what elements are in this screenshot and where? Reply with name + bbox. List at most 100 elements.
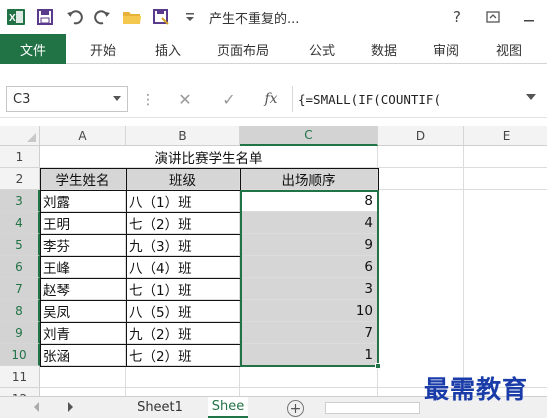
row-header-9[interactable]: 9 (0, 322, 40, 344)
cancel-icon[interactable]: ✕ (174, 88, 196, 110)
cell-name[interactable]: 刘露 (40, 190, 126, 212)
column-header-a[interactable]: A (40, 126, 126, 146)
cell-e1[interactable] (464, 146, 547, 168)
formula-bar-grip-icon[interactable]: ⋮ (141, 92, 155, 108)
column-header-d[interactable]: D (378, 126, 464, 146)
cell-e2[interactable] (464, 168, 547, 190)
row-header-11[interactable]: 11 (0, 366, 40, 388)
sheet-tab-active[interactable]: Shee (208, 397, 248, 418)
cell-d1[interactable] (378, 146, 464, 168)
cell-a12[interactable] (40, 388, 126, 396)
svg-text:X: X (9, 13, 16, 24)
empty-cells-d[interactable] (378, 190, 464, 388)
formula-bar: C3 ⋮ ✕ ✓ fx {=SMALL(IF(COUNTIF( (0, 80, 547, 118)
sheet-title-cell[interactable]: 演讲比赛学生名单 (40, 146, 378, 168)
cell-c11[interactable] (240, 366, 378, 388)
cell-order[interactable]: 6 (240, 256, 378, 278)
row-header-8[interactable]: 8 (0, 300, 40, 322)
horizontal-scrollbar[interactable] (325, 402, 420, 414)
cell-class[interactable]: 八（4）班 (126, 256, 240, 278)
fill-handle[interactable] (375, 363, 381, 369)
cell-class[interactable]: 八（5）班 (126, 300, 240, 322)
title-bar: X 产生不重复的... ? (0, 0, 547, 34)
cell-order[interactable]: 3 (240, 278, 378, 300)
row-header-4[interactable]: 4 (0, 212, 40, 234)
ribbon-tabs: 文件 开始 插入 页面布局 公式 数据 审阅 视图 (0, 34, 547, 64)
cell-class[interactable]: 八（1）班 (126, 190, 240, 212)
header-order[interactable]: 出场顺序 (240, 168, 378, 190)
cell-b12[interactable] (126, 388, 240, 396)
column-header-e[interactable]: E (464, 126, 547, 146)
save-icon[interactable] (32, 4, 58, 30)
tab-formulas[interactable]: 公式 (309, 34, 335, 64)
excel-logo-icon[interactable]: X (3, 4, 29, 30)
help-button[interactable]: ? (439, 0, 475, 34)
chevron-down-icon[interactable] (113, 96, 121, 101)
select-all-button[interactable] (0, 126, 40, 146)
cell-a11[interactable] (40, 366, 126, 388)
formula-input[interactable]: {=SMALL(IF(COUNTIF( (298, 86, 518, 112)
row-header-3[interactable]: 3 (0, 190, 40, 212)
undo-icon[interactable] (61, 4, 87, 30)
minimize-icon[interactable] (511, 0, 547, 34)
empty-cells-e[interactable] (464, 190, 547, 388)
cell-d2[interactable] (378, 168, 464, 190)
row-header-12[interactable]: 12 (0, 388, 40, 396)
customize-quick-access-icon[interactable] (177, 4, 203, 30)
header-class[interactable]: 班级 (126, 168, 240, 190)
cell-name[interactable]: 王峰 (40, 256, 126, 278)
window-controls: ? (439, 0, 547, 34)
open-folder-icon[interactable] (119, 4, 145, 30)
cell-order[interactable]: 4 (240, 212, 378, 234)
tab-data[interactable]: 数据 (371, 34, 397, 64)
name-box[interactable]: C3 (6, 86, 128, 112)
tab-view[interactable]: 视图 (496, 34, 522, 64)
redo-icon[interactable] (90, 4, 116, 30)
cell-b11[interactable] (126, 366, 240, 388)
cell-order[interactable]: 7 (240, 322, 378, 344)
row-header-5[interactable]: 5 (0, 234, 40, 256)
cell-class[interactable]: 七（2）班 (126, 212, 240, 234)
ribbon-display-options-icon[interactable] (475, 0, 511, 34)
tab-review[interactable]: 审阅 (433, 34, 459, 64)
cell-order-active[interactable]: 8 (240, 190, 378, 212)
tab-page-layout[interactable]: 页面布局 (217, 34, 269, 64)
row-header-1[interactable]: 1 (0, 146, 40, 168)
tab-home[interactable]: 开始 (90, 34, 116, 64)
cell-class[interactable]: 七（1）班 (126, 278, 240, 300)
next-sheet-icon[interactable] (68, 402, 73, 412)
row-header-2[interactable]: 2 (0, 168, 40, 190)
expand-formula-bar-icon[interactable] (526, 94, 536, 100)
tab-insert[interactable]: 插入 (155, 34, 181, 64)
column-header-b[interactable]: B (126, 126, 240, 146)
save-as-icon[interactable] (148, 4, 174, 30)
cell-name[interactable]: 赵琴 (40, 278, 126, 300)
cell-order[interactable]: 10 (240, 300, 378, 322)
worksheet-grid[interactable]: A B C D E 1 2 3 4 5 6 7 8 9 10 11 12 演讲比… (0, 118, 547, 396)
cell-class[interactable]: 九（2）班 (126, 322, 240, 344)
cell-class[interactable]: 九（3）班 (126, 234, 240, 256)
formula-separator (292, 86, 293, 112)
cell-class[interactable]: 七（2）班 (126, 344, 240, 366)
insert-function-button[interactable]: fx (260, 88, 282, 110)
enter-icon[interactable]: ✓ (218, 88, 240, 110)
cell-name[interactable]: 李芬 (40, 234, 126, 256)
column-header-c[interactable]: C (240, 126, 378, 146)
row-header-10[interactable]: 10 (0, 344, 40, 366)
cell-name[interactable]: 吴凤 (40, 300, 126, 322)
select-all-icon (27, 133, 36, 142)
add-sheet-button[interactable]: + (287, 400, 304, 417)
previous-sheet-icon[interactable] (34, 402, 39, 412)
cell-order[interactable]: 1 (240, 344, 378, 366)
tab-file[interactable]: 文件 (0, 34, 66, 64)
cell-name[interactable]: 张涵 (40, 344, 126, 366)
header-student-name[interactable]: 学生姓名 (40, 168, 126, 190)
cell-name[interactable]: 王明 (40, 212, 126, 234)
row-header-6[interactable]: 6 (0, 256, 40, 278)
cell-order[interactable]: 9 (240, 234, 378, 256)
cell-name[interactable]: 刘青 (40, 322, 126, 344)
cell-c12[interactable] (240, 388, 378, 396)
row-header-7[interactable]: 7 (0, 278, 40, 300)
ribbon-collapsed-area (0, 64, 547, 80)
sheet-tab-sheet1[interactable]: Sheet1 (128, 397, 192, 418)
